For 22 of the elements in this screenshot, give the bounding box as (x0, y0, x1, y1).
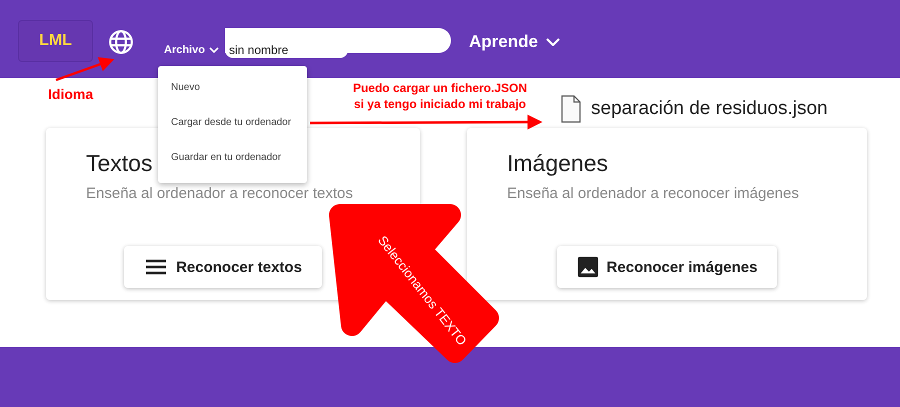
annotation-note: Puedo cargar un fichero.JSON si ya tengo iniciado mi trabajo (352, 80, 528, 112)
file-name: separación de residuos.json (591, 98, 828, 120)
menu-item[interactable]: Nuevo (158, 80, 307, 96)
file-icon (561, 95, 581, 123)
image-icon (576, 256, 599, 278)
card-subtitle: Enseña al ordenador a reconocer imágenes (507, 185, 799, 202)
chevron-icon (208, 47, 219, 53)
card-title: Imágenes (507, 150, 608, 177)
file-menu-button[interactable]: Archivo (164, 43, 219, 57)
recognize-button[interactable]: Reconocer imágenes (556, 246, 778, 288)
recognize-button[interactable]: Reconocer textos (124, 246, 322, 288)
logo-button[interactable]: LML (18, 20, 93, 62)
menu-item[interactable]: Guardar en tu ordenador (158, 150, 307, 166)
menu-item[interactable]: Cargar desde tu ordenador (158, 115, 307, 131)
card-subtitle: Enseña al ordenador a reconocer textos (86, 185, 353, 202)
globe-icon[interactable] (108, 29, 134, 55)
annotation-arrow (56, 57, 114, 82)
learn-menu-button[interactable]: Aprende (468, 32, 560, 52)
annotation-label: Idioma (48, 86, 94, 102)
project-name-field[interactable]: sin nombre (224, 42, 348, 58)
card-title: Textos (86, 150, 152, 177)
chevron-icon (546, 38, 560, 46)
